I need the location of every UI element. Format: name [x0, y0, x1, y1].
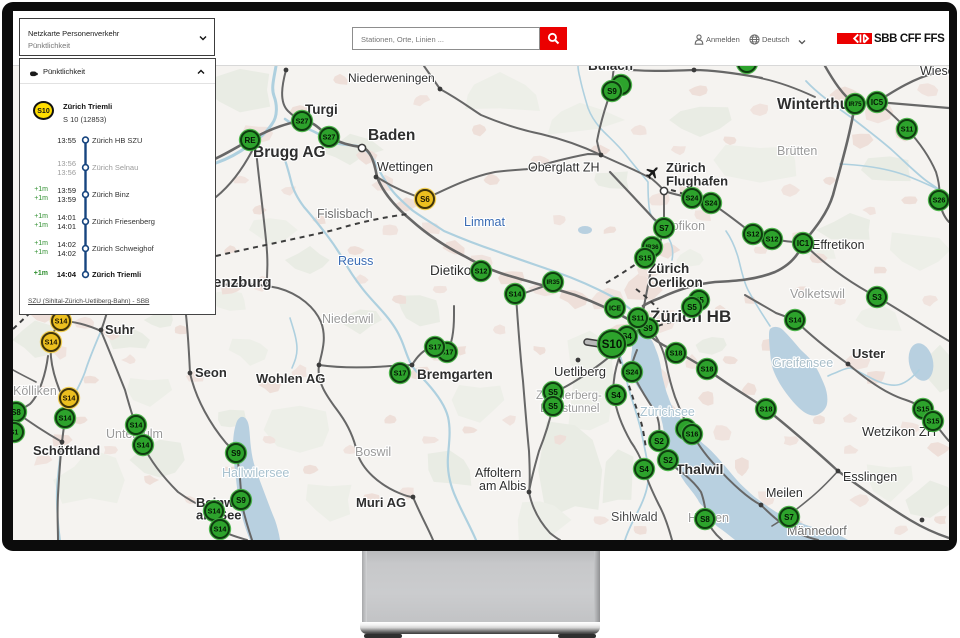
- svg-text:Oberglatt ZH: Oberglatt ZH: [528, 161, 600, 175]
- svg-text:Suhr: Suhr: [105, 322, 135, 337]
- svg-text:S7: S7: [784, 513, 794, 522]
- svg-text:S14: S14: [137, 441, 150, 450]
- svg-text:Flughafen: Flughafen: [666, 174, 728, 189]
- svg-text:Uetliberg: Uetliberg: [554, 364, 606, 379]
- svg-text:Esslingen: Esslingen: [843, 470, 897, 484]
- svg-text:RE: RE: [244, 136, 256, 145]
- svg-text:S2: S2: [663, 456, 673, 465]
- svg-text:Wiesendangen: Wiesendangen: [920, 66, 949, 78]
- svg-text:Uster: Uster: [852, 346, 885, 361]
- svg-text:S14: S14: [208, 507, 221, 516]
- svg-text:Sihlwald: Sihlwald: [611, 510, 658, 524]
- svg-text:Greifensee: Greifensee: [772, 356, 833, 370]
- svg-text:S10: S10: [602, 339, 622, 351]
- svg-text:Bremgarten: Bremgarten: [417, 367, 493, 382]
- svg-text:S12: S12: [747, 230, 760, 239]
- svg-text:S24: S24: [705, 199, 718, 208]
- svg-text:Kölliken: Kölliken: [13, 384, 57, 398]
- svg-text:S14: S14: [214, 525, 227, 534]
- svg-text:Brugg AG: Brugg AG: [253, 144, 326, 161]
- svg-text:S5: S5: [687, 303, 697, 312]
- svg-text:S9: S9: [236, 496, 246, 505]
- svg-text:S18: S18: [701, 365, 714, 374]
- svg-text:Zürichsee: Zürichsee: [640, 405, 695, 419]
- svg-text:S12: S12: [766, 235, 779, 244]
- svg-text:S14: S14: [130, 421, 143, 430]
- svg-text:S7: S7: [659, 224, 669, 233]
- svg-text:S18: S18: [760, 405, 773, 414]
- svg-text:S3: S3: [872, 293, 882, 302]
- svg-text:Affoltern: Affoltern: [475, 466, 521, 480]
- svg-text:Wohlen AG: Wohlen AG: [256, 371, 325, 386]
- svg-text:S14: S14: [63, 394, 76, 403]
- svg-text:S14: S14: [509, 290, 522, 299]
- svg-text:S15: S15: [639, 254, 652, 263]
- svg-text:Hallwilersee: Hallwilersee: [222, 466, 289, 480]
- svg-text:S12: S12: [475, 267, 488, 276]
- svg-text:S24: S24: [626, 368, 639, 377]
- svg-text:Meilen: Meilen: [766, 486, 803, 500]
- svg-text:Brütten: Brütten: [777, 144, 817, 158]
- svg-text:Niederwil: Niederwil: [322, 312, 373, 326]
- svg-text:Muri AG: Muri AG: [356, 495, 406, 510]
- svg-text:S6: S6: [420, 195, 430, 204]
- svg-text:S17: S17: [429, 343, 442, 352]
- svg-text:Männedorf: Männedorf: [787, 524, 847, 538]
- svg-text:Bülach: Bülach: [588, 66, 633, 73]
- svg-text:Seon: Seon: [195, 365, 227, 380]
- svg-text:Fislisbach: Fislisbach: [317, 207, 373, 221]
- svg-text:Limmat: Limmat: [464, 215, 506, 229]
- svg-text:Volketswil: Volketswil: [790, 287, 845, 301]
- svg-text:S14: S14: [45, 338, 58, 347]
- svg-text:S8: S8: [700, 515, 710, 524]
- svg-text:S14: S14: [55, 317, 68, 326]
- svg-text:S9: S9: [607, 87, 617, 96]
- svg-text:S24: S24: [686, 194, 699, 203]
- svg-text:Thalwil: Thalwil: [676, 461, 723, 477]
- svg-text:Oerlikon: Oerlikon: [648, 275, 703, 290]
- svg-text:IC1: IC1: [797, 239, 810, 248]
- svg-text:Baden: Baden: [368, 127, 415, 144]
- svg-text:IR75: IR75: [848, 101, 862, 108]
- svg-text:S4: S4: [611, 391, 621, 400]
- svg-text:S27: S27: [296, 117, 309, 126]
- svg-text:Boswil: Boswil: [355, 445, 391, 459]
- svg-text:Winterthur: Winterthur: [777, 96, 855, 113]
- svg-text:S16: S16: [686, 430, 699, 439]
- svg-text:ICE: ICE: [609, 304, 621, 313]
- svg-text:S14: S14: [59, 414, 72, 423]
- svg-text:IR35: IR35: [546, 279, 560, 286]
- svg-text:S11: S11: [901, 125, 913, 134]
- svg-text:Schöftland: Schöftland: [33, 443, 100, 458]
- svg-text:S17: S17: [394, 369, 407, 378]
- svg-text:IC5: IC5: [871, 98, 884, 107]
- svg-text:S15: S15: [927, 417, 940, 426]
- svg-text:S2: S2: [654, 437, 664, 446]
- svg-text:S14: S14: [789, 316, 802, 325]
- svg-text:Effretikon: Effretikon: [812, 238, 865, 252]
- svg-text:S9: S9: [231, 449, 241, 458]
- svg-text:S8: S8: [13, 408, 21, 417]
- svg-text:S1: S1: [13, 428, 18, 437]
- svg-text:Wettingen: Wettingen: [377, 160, 433, 174]
- svg-text:am Albis: am Albis: [479, 479, 526, 493]
- svg-text:Niederweningen: Niederweningen: [348, 71, 435, 85]
- svg-text:S18: S18: [670, 349, 683, 358]
- svg-text:S26: S26: [933, 196, 946, 205]
- svg-text:S27: S27: [323, 133, 336, 142]
- svg-text:S4: S4: [639, 465, 649, 474]
- svg-text:S11: S11: [632, 314, 644, 323]
- svg-text:Reuss: Reuss: [338, 254, 373, 268]
- svg-text:S5: S5: [548, 402, 558, 411]
